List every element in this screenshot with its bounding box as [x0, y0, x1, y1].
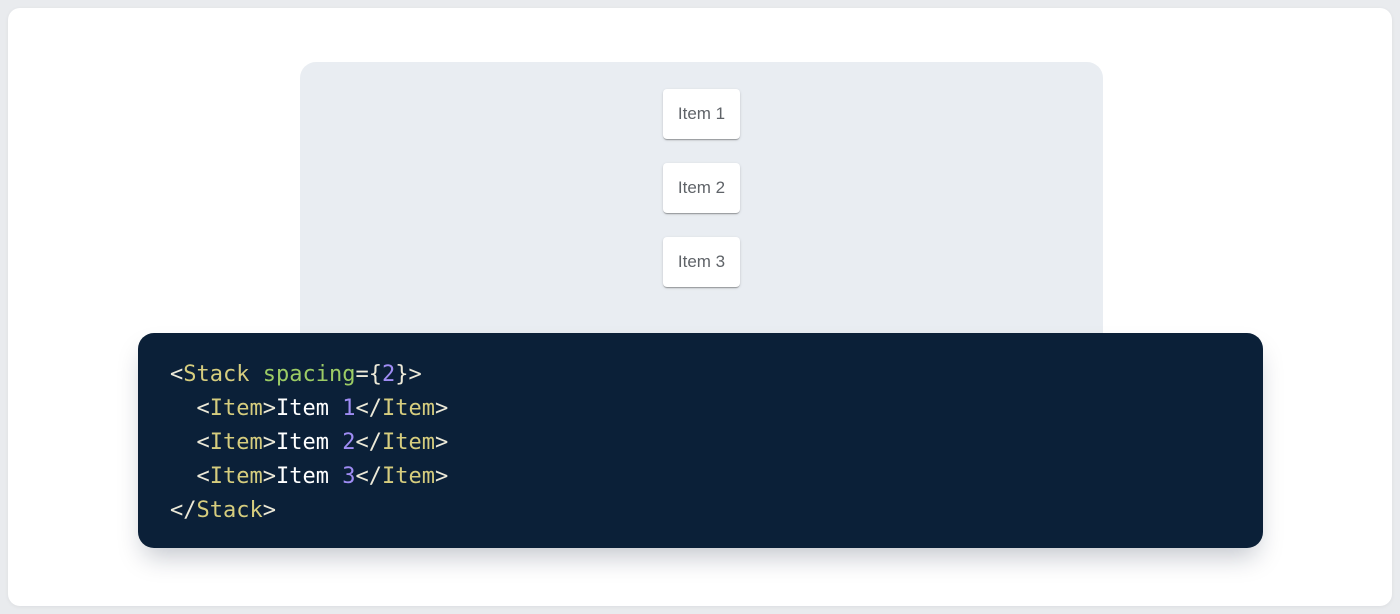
stack-items: Item 1 Item 2 Item 3	[300, 62, 1103, 287]
code-token-plain	[170, 430, 197, 455]
code-token-num: 3	[342, 464, 355, 489]
code-line: <Item>Item 3</Item>	[170, 460, 1239, 494]
code-snippet: <Stack spacing={2}> <Item>Item 1</Item> …	[138, 333, 1263, 528]
code-line: <Item>Item 2</Item>	[170, 426, 1239, 460]
code-token-punct: <	[197, 396, 210, 421]
code-token-plain	[170, 464, 197, 489]
code-line: </Stack>	[170, 494, 1239, 528]
code-token-tag: Item	[382, 396, 435, 421]
screen: Item 1Item 2Item 3 <Stack spacing={2}> <…	[0, 0, 1400, 614]
code-token-attr: spacing	[263, 362, 356, 387]
code-token-tag: Item	[210, 464, 263, 489]
code-block: <Stack spacing={2}> <Item>Item 1</Item> …	[138, 333, 1263, 548]
code-token-punct: }>	[395, 362, 422, 387]
code-token-punct: </	[355, 430, 382, 455]
code-token-num: 2	[342, 430, 355, 455]
code-token-punct: >	[263, 430, 276, 455]
item-label: Item 2	[678, 178, 725, 197]
content-card: Item 1Item 2Item 3 <Stack spacing={2}> <…	[8, 8, 1392, 606]
code-token-punct: >	[435, 396, 448, 421]
item-label: Item 1	[678, 104, 725, 123]
code-token-punct: </	[355, 396, 382, 421]
code-token-plain	[249, 362, 262, 387]
code-token-punct: >	[263, 396, 276, 421]
code-token-plain: Item	[276, 430, 342, 455]
code-token-plain: Item	[276, 464, 342, 489]
code-token-punct: >	[263, 464, 276, 489]
code-token-tag: Item	[210, 396, 263, 421]
item-card: Item 3	[663, 237, 740, 287]
code-token-punct: <	[197, 464, 210, 489]
code-line: <Stack spacing={2}>	[170, 358, 1239, 392]
code-token-tag: Item	[382, 464, 435, 489]
code-line: <Item>Item 1</Item>	[170, 392, 1239, 426]
code-token-punct: >	[435, 430, 448, 455]
code-token-tag: Stack	[197, 498, 263, 523]
item-card: Item 2	[663, 163, 740, 213]
code-token-punct: ={	[355, 362, 382, 387]
code-token-num: 1	[342, 396, 355, 421]
code-token-punct: <	[197, 430, 210, 455]
item-label: Item 3	[678, 252, 725, 271]
code-token-punct: >	[263, 498, 276, 523]
code-token-punct: </	[170, 498, 197, 523]
code-token-punct: </	[355, 464, 382, 489]
code-token-punct: <	[170, 362, 183, 387]
code-token-punct: >	[435, 464, 448, 489]
code-token-tag: Stack	[183, 362, 249, 387]
code-token-tag: Item	[382, 430, 435, 455]
item-card: Item 1	[663, 89, 740, 139]
code-token-plain	[170, 396, 197, 421]
code-token-plain: Item	[276, 396, 342, 421]
code-token-tag: Item	[210, 430, 263, 455]
code-token-num: 2	[382, 362, 395, 387]
